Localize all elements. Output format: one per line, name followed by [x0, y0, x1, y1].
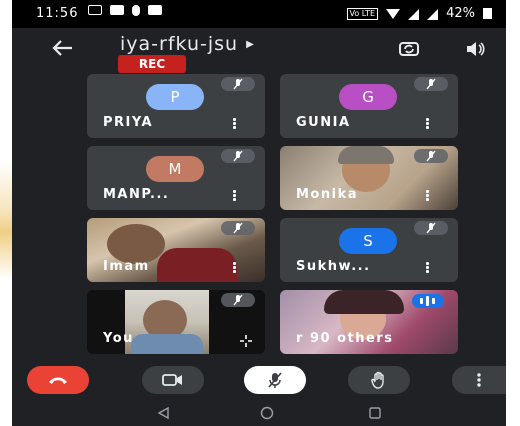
camera-icon [162, 374, 182, 386]
cast-icon [88, 5, 102, 15]
avatar: P [146, 84, 204, 110]
meeting-title[interactable]: iya-rfku-jsu ▶ [120, 33, 255, 55]
participant-tile-imam[interactable]: Imam [87, 218, 265, 282]
more-vert-icon[interactable] [233, 118, 237, 130]
nav-recents-icon[interactable] [368, 406, 382, 420]
muted-icon [414, 77, 448, 91]
audio-level-icon [412, 294, 444, 308]
system-nav-bar [12, 398, 506, 426]
avatar: S [339, 228, 397, 254]
hair-shape [324, 290, 404, 314]
hair-shape [338, 146, 394, 164]
more-vert-icon [477, 373, 481, 387]
nav-home-icon[interactable] [260, 406, 274, 420]
status-time: 11:56 [36, 6, 79, 21]
shirt-shape [131, 334, 203, 354]
raise-hand-button[interactable] [348, 366, 410, 394]
hand-icon [371, 371, 384, 389]
muted-icon [221, 77, 255, 91]
shirt-shape [157, 248, 237, 282]
speaker-icon[interactable] [464, 40, 486, 58]
end-call-icon [49, 377, 67, 384]
participant-tile-manp[interactable]: M MANP... [87, 146, 265, 210]
others-count: 90 others [309, 331, 394, 346]
more-vert-icon[interactable] [233, 190, 237, 202]
unpin-icon[interactable] [239, 334, 253, 348]
status-bar: 11:56 Vo LTE 42% [12, 0, 506, 28]
volte-icon: Vo LTE [346, 7, 379, 20]
muted-icon [414, 149, 448, 163]
participant-name: You [103, 331, 134, 346]
background-decoration [0, 160, 12, 280]
system-icons: Vo LTE 42% [346, 6, 492, 21]
more-vert-icon[interactable] [426, 262, 430, 274]
participant-name: Sukhw... [296, 259, 371, 274]
participant-name: Imam [103, 259, 150, 274]
battery-percent: 42% [446, 6, 475, 21]
muted-icon [414, 221, 448, 235]
muted-icon [221, 221, 255, 235]
notification-icons [88, 5, 162, 16]
photo-icon [110, 5, 124, 15]
back-arrow-icon[interactable] [50, 38, 74, 58]
nav-back-icon[interactable] [156, 406, 170, 420]
avatar: M [146, 156, 204, 182]
battery-icon [483, 8, 492, 19]
avatar: G [339, 84, 397, 110]
microphone-button[interactable] [244, 366, 306, 394]
recording-badge: REC [118, 55, 186, 73]
participant-tile-gunia[interactable]: G GUNIA [280, 74, 458, 138]
participant-video [107, 224, 165, 264]
mic-notification-icon [132, 5, 140, 16]
meeting-code: iya-rfku-jsu [120, 33, 239, 55]
muted-icon [221, 149, 255, 163]
meeting-screen: 11:56 Vo LTE 42% iya-rfku-jsu ▶ REC P PR… [12, 0, 506, 426]
end-call-button[interactable] [27, 366, 89, 394]
signal-icon [408, 8, 420, 20]
more-vert-icon[interactable] [233, 262, 237, 274]
participant-tile-priya[interactable]: P PRIYA [87, 74, 265, 138]
gallery-icon [148, 5, 162, 15]
flip-camera-icon[interactable] [398, 40, 420, 58]
more-vert-icon[interactable] [426, 118, 430, 130]
others-label: r 90 others [296, 331, 393, 346]
participant-name: Monika [296, 187, 358, 202]
more-options-button[interactable] [452, 366, 506, 394]
signal-2-icon [427, 8, 439, 20]
muted-icon [221, 293, 255, 307]
others-prefix: r [296, 331, 304, 346]
participant-tile-monika[interactable]: Monika [280, 146, 458, 210]
mic-off-icon [268, 372, 282, 388]
caret-right-icon: ▶ [246, 39, 255, 50]
self-video [125, 290, 209, 354]
camera-button[interactable] [142, 366, 204, 394]
more-vert-icon[interactable] [426, 190, 430, 202]
participant-name: MANP... [103, 187, 170, 202]
wifi-icon [386, 8, 401, 19]
self-view-tile[interactable]: You [87, 290, 265, 354]
participant-name: GUNIA [296, 115, 351, 130]
participant-tile-sukhw[interactable]: S Sukhw... [280, 218, 458, 282]
others-tile[interactable]: r 90 others [280, 290, 458, 354]
participant-name: PRIYA [103, 115, 154, 130]
